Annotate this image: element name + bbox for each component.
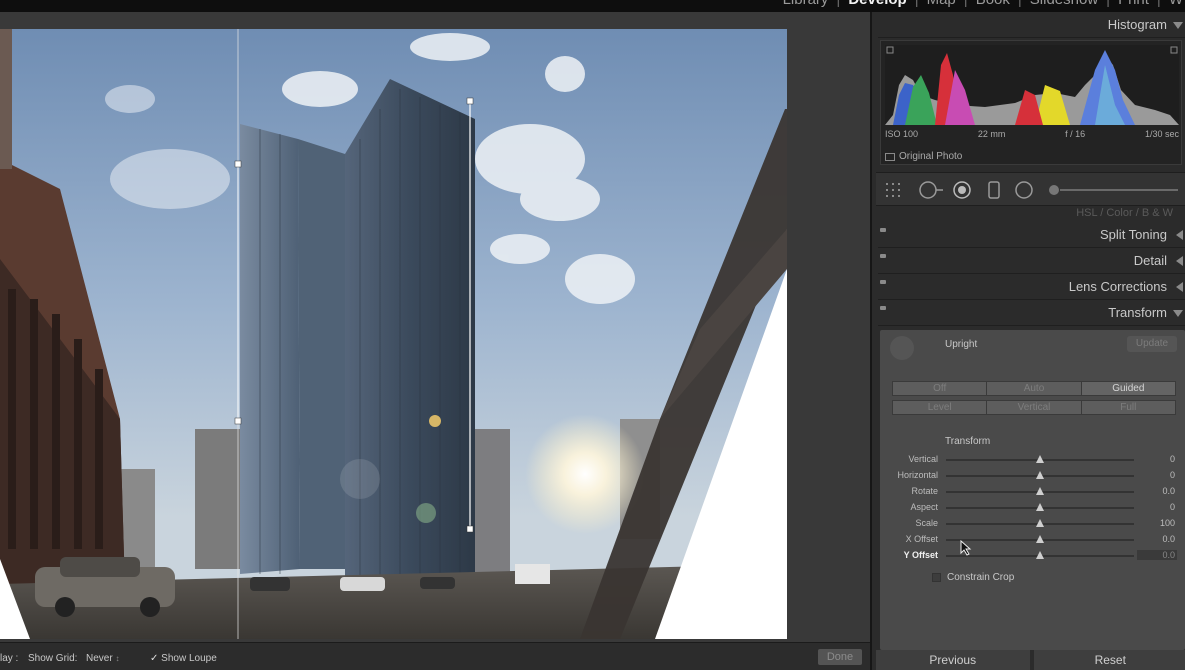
rotate-slider[interactable]: Rotate 0.0 xyxy=(880,485,1185,499)
upright-auto-button[interactable]: Auto xyxy=(987,382,1082,395)
original-photo-label: Original Photo xyxy=(899,151,963,162)
split-toning-title: Split Toning xyxy=(1100,227,1167,242)
histogram-panel-header[interactable]: Histogram xyxy=(878,12,1185,38)
transform-section-label: Transform xyxy=(945,436,991,447)
slider-thumb[interactable] xyxy=(1036,551,1044,559)
guided-upright-tool-icon[interactable] xyxy=(890,336,914,360)
module-book[interactable]: Book xyxy=(970,0,1016,8)
scale-slider[interactable]: Scale 100 xyxy=(880,517,1185,531)
crop-tool-icon[interactable] xyxy=(884,181,906,199)
slider-thumb[interactable] xyxy=(1036,535,1044,543)
previous-button[interactable]: Previous xyxy=(876,650,1030,670)
show-loupe-label: Show Loupe xyxy=(161,653,217,664)
focal-length-value: 22 mm xyxy=(977,129,1006,139)
expand-triangle-icon[interactable] xyxy=(1176,256,1183,266)
upright-off-button[interactable]: Off xyxy=(893,382,988,395)
select-arrows-icon: ↕ xyxy=(115,654,120,663)
bottom-toolbar: lay : Show Grid: Never ↕ ✓ Show Loupe Do… xyxy=(0,642,870,670)
upright-full-button[interactable]: Full xyxy=(1081,401,1175,414)
upright-vertical-button[interactable]: Vertical xyxy=(987,401,1082,414)
collapse-triangle-icon[interactable] xyxy=(1173,22,1183,29)
detail-panel-header[interactable]: Detail xyxy=(878,248,1185,274)
show-grid-select[interactable]: Never ↕ xyxy=(86,653,119,664)
module-print[interactable]: Print xyxy=(1112,0,1155,8)
develop-right-panel: Histogram ISO 100 22 mm f / 16 1/30 sec … xyxy=(870,12,1185,670)
constrain-crop-label: Constrain Crop xyxy=(947,572,1015,583)
transform-panel-header[interactable]: Transform xyxy=(878,300,1185,326)
photo-preview[interactable] xyxy=(0,29,787,639)
module-map[interactable]: Map xyxy=(921,0,962,8)
reset-button[interactable]: Reset xyxy=(1033,650,1185,670)
expand-triangle-icon[interactable] xyxy=(1176,230,1183,240)
constrain-crop-checkbox[interactable] xyxy=(932,573,941,582)
right-panel-footer: Previous Reset xyxy=(876,650,1185,670)
module-picker-bar: Library| Develop| Map| Book| Slideshow| … xyxy=(0,0,1185,12)
show-grid-label: Show Grid: xyxy=(28,653,78,664)
update-button[interactable]: Update xyxy=(1127,336,1177,352)
radial-filter-icon[interactable] xyxy=(1014,181,1034,199)
slider-thumb[interactable] xyxy=(1036,455,1044,463)
module-web[interactable]: W xyxy=(1163,0,1185,8)
panel-switch-icon[interactable] xyxy=(880,254,886,258)
shutter-value: 1/30 sec xyxy=(1144,129,1179,139)
x-offset-slider[interactable]: X Offset 0.0 xyxy=(880,533,1185,547)
y-offset-slider[interactable]: Y Offset 0.0 xyxy=(880,549,1185,563)
module-develop[interactable]: Develop xyxy=(842,0,912,8)
transform-panel-body: Upright Update Off Auto Guided Level Ver… xyxy=(880,330,1185,650)
slider-thumb[interactable] xyxy=(1036,471,1044,479)
upright-label: Upright xyxy=(945,339,978,350)
photo-canvas[interactable] xyxy=(0,12,870,642)
transform-title: Transform xyxy=(1108,305,1167,320)
panel-switch-icon[interactable] xyxy=(880,228,886,232)
show-loupe-option[interactable]: ✓ Show Loupe xyxy=(150,653,217,664)
slider-thumb[interactable] xyxy=(1036,503,1044,511)
constrain-crop-option[interactable]: Constrain Crop xyxy=(932,572,1014,583)
red-eye-icon[interactable] xyxy=(952,181,972,199)
vertical-slider[interactable]: Vertical 0 xyxy=(880,453,1185,467)
horizontal-slider[interactable]: Horizontal 0 xyxy=(880,469,1185,483)
panel-switch-icon[interactable] xyxy=(880,306,886,310)
adjustment-brush-icon[interactable] xyxy=(1046,181,1180,199)
aspect-slider[interactable]: Aspect 0 xyxy=(880,501,1185,515)
lens-corrections-panel-header[interactable]: Lens Corrections xyxy=(878,274,1185,300)
histogram[interactable]: ISO 100 22 mm f / 16 1/30 sec Original P… xyxy=(880,40,1182,165)
upright-guided-button[interactable]: Guided xyxy=(1081,382,1175,395)
lens-corrections-title: Lens Corrections xyxy=(1068,279,1167,294)
histogram-graph xyxy=(885,45,1179,125)
expand-triangle-icon[interactable] xyxy=(1176,282,1183,292)
photo-image xyxy=(0,29,787,639)
collapse-triangle-icon[interactable] xyxy=(1173,310,1183,317)
panel-switch-icon[interactable] xyxy=(880,280,886,284)
done-button[interactable]: Done xyxy=(818,649,862,665)
hsl-color-bw-tabs[interactable]: HSL / Color / B & W xyxy=(1076,207,1173,219)
tool-overlay-label[interactable]: lay : xyxy=(0,653,18,664)
module-library[interactable]: Library xyxy=(777,0,835,8)
upright-level-button[interactable]: Level xyxy=(893,401,988,414)
upright-mode-row-2: Level Vertical Full xyxy=(892,400,1176,415)
spot-removal-icon[interactable] xyxy=(918,181,944,199)
histogram-title: Histogram xyxy=(1107,17,1167,32)
detail-title: Detail xyxy=(1133,253,1167,268)
develop-tool-strip xyxy=(876,172,1185,206)
split-toning-panel-header[interactable]: Split Toning xyxy=(878,222,1185,248)
graduated-filter-icon[interactable] xyxy=(986,181,1002,199)
checkmark-icon[interactable]: ✓ xyxy=(150,653,158,664)
slider-thumb[interactable] xyxy=(1036,519,1044,527)
mouse-cursor-icon xyxy=(960,540,972,556)
original-photo-icon[interactable] xyxy=(885,152,895,161)
iso-value: ISO 100 xyxy=(885,129,919,139)
upright-mode-row-1: Off Auto Guided xyxy=(892,381,1176,396)
slider-thumb[interactable] xyxy=(1036,487,1044,495)
aperture-value: f / 16 xyxy=(1065,129,1086,139)
module-slideshow[interactable]: Slideshow xyxy=(1024,0,1104,8)
